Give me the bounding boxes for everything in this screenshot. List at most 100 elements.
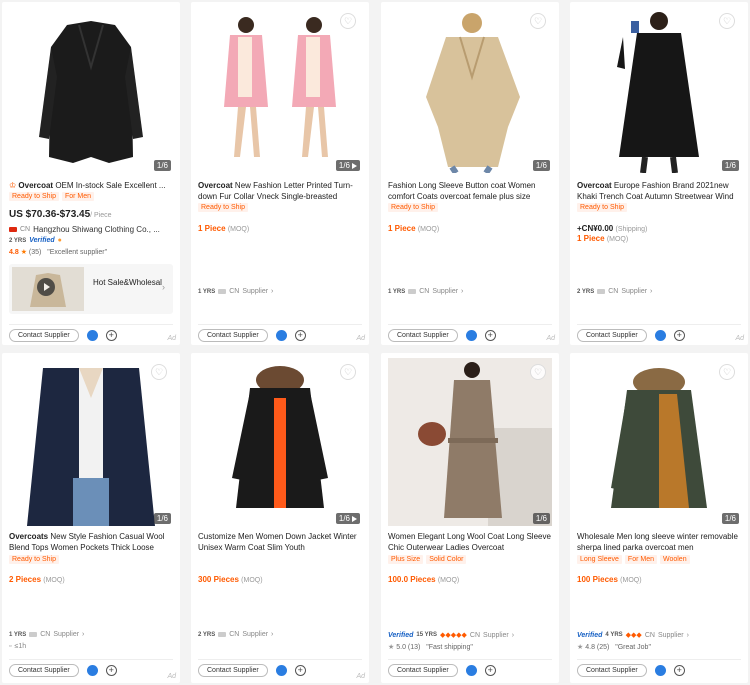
supplier-info[interactable]: Verified 15 YRS ◆◆◆◆◆ CN Supplier ›	[388, 631, 514, 640]
card-actions: Contact Supplier +	[9, 329, 117, 342]
chat-icon[interactable]	[86, 330, 98, 341]
chevron-right-icon: ›	[650, 288, 653, 295]
contact-supplier-button[interactable]: Contact Supplier	[388, 329, 458, 342]
product-card[interactable]: 1/6 ♔ Overcoat OEM In-stock Sale Excelle…	[2, 2, 180, 345]
hot-sale-label: Hot Sale&Wholesal	[93, 278, 162, 287]
heart-icon[interactable]: ♡	[530, 364, 546, 380]
response-time: ▫ ≤1h	[9, 643, 27, 650]
product-card[interactable]: 1/6 ♡ Fashion Long Sleeve Button coat Wo…	[381, 2, 559, 345]
product-image[interactable]: 1/6 ♡	[577, 7, 741, 173]
plus-icon[interactable]: +	[105, 330, 117, 341]
product-title[interactable]: Overcoat Europe Fashion Brand 2021new Kh…	[577, 180, 743, 202]
plus-icon[interactable]: +	[105, 665, 117, 676]
product-image[interactable]: 1/6	[9, 7, 173, 173]
star-icon: ★	[20, 249, 27, 256]
tag-list: Long Sleeve For Men Woolen	[577, 555, 690, 564]
plus-icon[interactable]: +	[673, 330, 685, 341]
play-icon	[352, 162, 357, 169]
supplier-info[interactable]: 2 YRS CN Supplier ›	[198, 631, 273, 638]
product-title[interactable]: Fashion Long Sleeve Button coat Women co…	[388, 180, 554, 202]
supplier-company[interactable]: CN Hangzhou Shiwang Clothing Co., ...	[9, 225, 160, 234]
heart-icon[interactable]: ♡	[340, 364, 356, 380]
heart-icon[interactable]: ♡	[340, 13, 356, 29]
image-counter: 1/6	[335, 513, 360, 524]
card-actions: Contact Supplier +	[198, 329, 306, 342]
supplier-info[interactable]: 1 YRS CN Supplier ›	[388, 288, 463, 295]
card-actions: Contact Supplier +	[388, 329, 496, 342]
product-title[interactable]: Customize Men Women Down Jacket Winter U…	[198, 531, 364, 553]
product-title[interactable]: Wholesale Men long sleeve winter removab…	[577, 531, 743, 553]
response-icon: ▫	[9, 643, 12, 650]
tag-ready-to-ship: Ready to Ship	[388, 203, 438, 212]
product-image[interactable]: 1/6 ♡	[198, 358, 362, 526]
contact-supplier-button[interactable]: Contact Supplier	[198, 664, 268, 677]
supplier-info[interactable]: 1 YRS CN Supplier ›	[9, 631, 84, 638]
black-trench-coat-image	[577, 7, 741, 173]
product-image[interactable]: 1/6 ♡	[388, 7, 552, 173]
shipping-cost: +CN¥0.00 (Shipping)	[577, 224, 648, 233]
chat-icon[interactable]	[654, 330, 666, 341]
product-image[interactable]: 1/6 ♡	[577, 358, 741, 526]
product-image[interactable]: 1/6 ♡	[9, 358, 173, 526]
heart-icon[interactable]: ♡	[719, 13, 735, 29]
contact-supplier-button[interactable]: Contact Supplier	[198, 329, 268, 342]
chat-icon[interactable]	[275, 330, 287, 341]
contact-supplier-button[interactable]: Contact Supplier	[577, 664, 647, 677]
product-card[interactable]: 1/6 ♡ Overcoat New Fashion Letter Printe…	[191, 2, 369, 345]
image-counter: 1/6	[335, 160, 360, 171]
supplier-rating: 4.8 ★ (35) "Excellent supplier"	[9, 249, 108, 256]
supplier-info[interactable]: Verified 4 YRS ◆◆◆ CN Supplier ›	[577, 631, 689, 640]
supplier-info[interactable]: 1 YRS CN Supplier ›	[198, 288, 273, 295]
diamond-rating-icon: ◆◆◆◆◆	[440, 632, 467, 639]
pink-fur-coat-image	[198, 7, 362, 173]
product-title[interactable]: Women Elegant Long Wool Coat Long Sleeve…	[388, 531, 554, 553]
black-overcoat-image	[9, 7, 173, 173]
chat-icon[interactable]	[465, 330, 477, 341]
plus-icon[interactable]: +	[673, 665, 685, 676]
tag-list: Ready to Ship	[388, 203, 438, 212]
flag-icon	[29, 632, 38, 637]
hot-sale-banner[interactable]: Hot Sale&Wholesal ›	[9, 264, 173, 314]
product-title[interactable]: Overcoat New Fashion Letter Printed Turn…	[198, 180, 364, 202]
supplier-info[interactable]: 2 YRS CN Supplier ›	[577, 288, 652, 295]
play-icon[interactable]	[37, 278, 55, 296]
heart-icon[interactable]: ♡	[151, 364, 167, 380]
image-counter: 1/6	[153, 513, 171, 524]
product-image[interactable]: 1/6 ♡	[388, 358, 552, 526]
heart-icon[interactable]: ♡	[530, 13, 546, 29]
tag-for-men: For Men	[624, 555, 657, 564]
divider	[198, 324, 362, 325]
plus-icon[interactable]: +	[484, 665, 496, 676]
divider	[577, 659, 741, 660]
product-image[interactable]: 1/6 ♡	[198, 7, 362, 173]
plus-icon[interactable]: +	[484, 330, 496, 341]
product-card[interactable]: 1/6 ♡ Women Elegant Long Wool Coat Long …	[381, 353, 559, 683]
tag-list: Ready to Ship For Men	[9, 192, 95, 201]
product-title[interactable]: Overcoats New Style Fashion Casual Wool …	[9, 531, 175, 553]
chat-icon[interactable]	[654, 665, 666, 676]
contact-supplier-button[interactable]: Contact Supplier	[388, 664, 458, 677]
tag-list: Ready to Ship	[577, 203, 627, 212]
flag-icon	[408, 289, 417, 294]
price-range: US $70.36-$73.45/ Piece	[9, 209, 112, 220]
chat-icon[interactable]	[86, 665, 98, 676]
contact-supplier-button[interactable]: Contact Supplier	[9, 329, 79, 342]
product-card[interactable]: 1/6 ♡ Overcoat Europe Fashion Brand 2021…	[570, 2, 748, 345]
badge-icon: ●	[57, 237, 62, 244]
chat-icon[interactable]	[465, 665, 477, 676]
supplier-rating: ★ 4.8 (25) "Great Job"	[577, 644, 651, 651]
contact-supplier-button[interactable]: Contact Supplier	[9, 664, 79, 677]
divider	[198, 659, 362, 660]
plus-icon[interactable]: +	[294, 330, 306, 341]
moq: 1 Piece (MOQ)	[577, 234, 629, 243]
product-card[interactable]: 1/6 ♡ Overcoats New Style Fashion Casual…	[2, 353, 180, 683]
plus-icon[interactable]: +	[294, 665, 306, 676]
heart-icon[interactable]: ♡	[719, 364, 735, 380]
product-card[interactable]: 1/6 ♡ Wholesale Men long sleeve winter r…	[570, 353, 748, 683]
chat-icon[interactable]	[275, 665, 287, 676]
product-card[interactable]: 1/6 ♡ Customize Men Women Down Jacket Wi…	[191, 353, 369, 683]
tag-solid-color: Solid Color	[426, 555, 467, 564]
chevron-right-icon: ›	[162, 282, 165, 292]
contact-supplier-button[interactable]: Contact Supplier	[577, 329, 647, 342]
crown-icon: ♔	[9, 181, 19, 190]
